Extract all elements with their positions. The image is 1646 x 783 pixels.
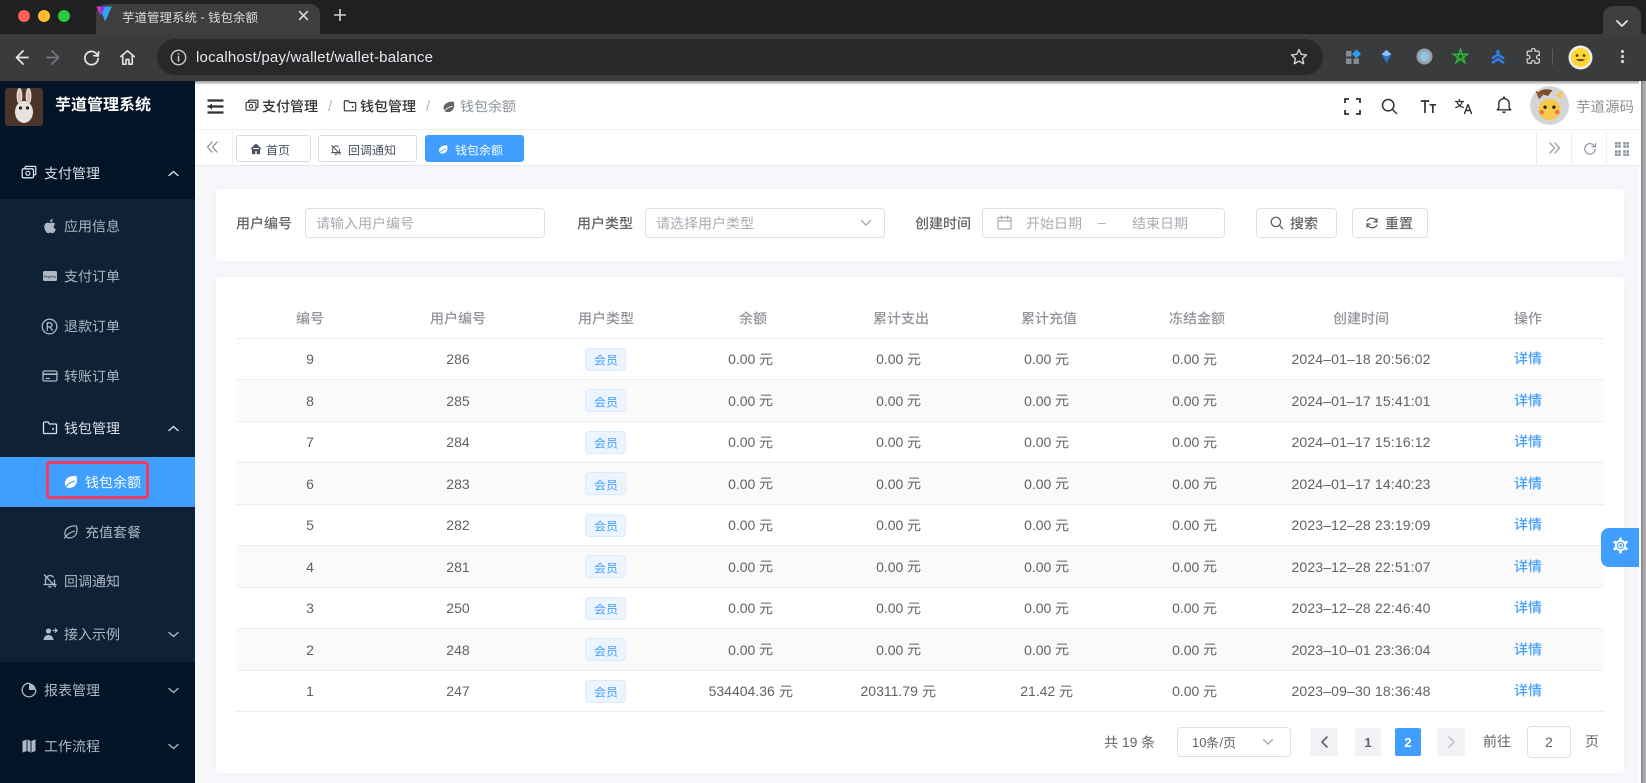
svg-text:PayPal: PayPal	[44, 274, 57, 279]
